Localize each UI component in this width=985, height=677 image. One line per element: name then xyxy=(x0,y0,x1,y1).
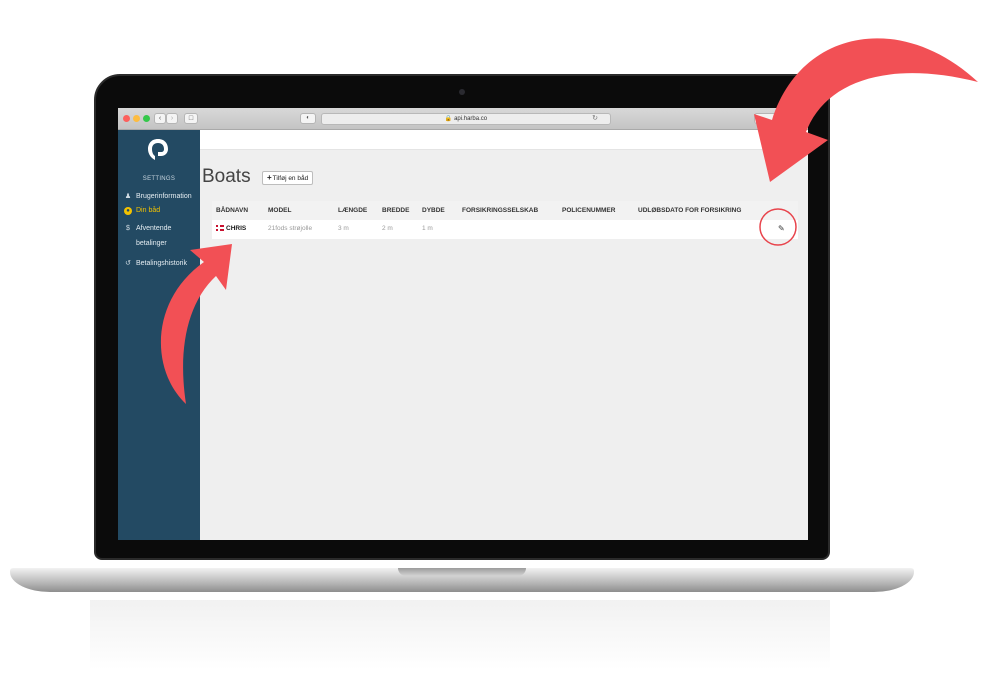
edit-pencil-icon[interactable]: ✎ xyxy=(778,220,785,238)
sidebar-item-betalingshistorik[interactable]: ↺ Betalingshistorik xyxy=(118,257,200,271)
plus-icon: + xyxy=(267,173,272,182)
url-text: api.harba.co xyxy=(454,116,488,122)
boat-name: CHRIS xyxy=(226,225,247,232)
sidebar-toggle-icon[interactable]: □ xyxy=(184,113,198,124)
sidebar-item-label: Afventende xyxy=(136,225,172,232)
column-header[interactable]: LÆNGDE xyxy=(338,202,367,220)
stage: ‹ › □ ◐ 🔒 api.harba.co ↻ SETTINGS ♟ Brug… xyxy=(0,0,985,677)
laptop-notch xyxy=(398,568,526,576)
sidebar: SETTINGS ♟ Brugerinformation ● Din båd $… xyxy=(118,130,200,540)
address-bar[interactable]: 🔒 api.harba.co ↻ xyxy=(321,113,611,125)
sidebar-item-betalinger[interactable]: betalinger xyxy=(118,237,200,251)
history-icon: ↺ xyxy=(125,260,131,267)
sidebar-item-label: Brugerinformation xyxy=(136,193,192,200)
add-boat-button[interactable]: +Tilføj en båd xyxy=(262,171,314,185)
settings-heading: SETTINGS xyxy=(142,176,176,182)
column-header[interactable]: BÅDNAVN xyxy=(216,202,248,220)
column-header[interactable]: POLICENUMMER xyxy=(562,202,615,220)
page-title: Boats xyxy=(202,166,251,187)
screen: ‹ › □ ◐ 🔒 api.harba.co ↻ SETTINGS ♟ Brug… xyxy=(118,108,808,540)
main-content: Boats +Tilføj en båd BÅDNAVN MODEL LÆNGD… xyxy=(200,150,808,540)
reload-icon[interactable]: ↻ xyxy=(592,114,598,124)
sidebar-item-label: Din båd xyxy=(136,207,161,214)
column-header[interactable]: DYBDE xyxy=(422,202,445,220)
table-row[interactable]: CHRIS 21fods strøjolle 3 m 2 m 1 m ✎ xyxy=(212,220,798,238)
harba-logo[interactable] xyxy=(146,138,170,162)
boat-name-cell: CHRIS xyxy=(216,220,246,238)
length-cell: 3 m xyxy=(338,225,349,232)
model-cell: 21fods strøjolle xyxy=(268,225,313,232)
table-header: BÅDNAVN MODEL LÆNGDE BREDDE DYBDE FORSIK… xyxy=(212,202,798,220)
boats-table: BÅDNAVN MODEL LÆNGDE BREDDE DYBDE FORSIK… xyxy=(212,201,798,239)
browser-toolbar: ‹ › □ ◐ 🔒 api.harba.co ↻ xyxy=(118,108,808,130)
add-boat-label: Tilføj en båd xyxy=(272,175,309,182)
danish-flag-icon xyxy=(216,225,224,231)
close-window-button[interactable] xyxy=(123,115,130,122)
lock-icon: 🔒 xyxy=(444,116,453,122)
maximize-window-button[interactable] xyxy=(143,115,150,122)
forward-button[interactable]: › xyxy=(166,113,178,124)
user-icon: ♟ xyxy=(124,193,132,200)
tabs-button[interactable] xyxy=(754,113,794,124)
sidebar-item-label: Betalingshistorik xyxy=(136,260,187,267)
column-header[interactable]: BREDDE xyxy=(382,202,409,220)
privacy-shield-icon[interactable]: ◐ xyxy=(300,113,316,124)
dollar-icon: $ xyxy=(126,225,130,232)
width-cell: 2 m xyxy=(382,225,393,232)
minimize-window-button[interactable] xyxy=(133,115,140,122)
back-button[interactable]: ‹ xyxy=(154,113,166,124)
sidebar-item-din-baad[interactable]: ● Din båd xyxy=(118,204,200,218)
sidebar-item-afventende-betalinger[interactable]: $ Afventende xyxy=(118,222,200,236)
column-header[interactable]: UDLØBSDATO FOR FORSIKRING xyxy=(638,202,741,220)
boat-icon: ● xyxy=(124,207,132,215)
column-header[interactable]: FORSIKRINGSSELSKAB xyxy=(462,202,538,220)
sidebar-item-brugerinformation[interactable]: ♟ Brugerinformation xyxy=(118,190,200,204)
sidebar-item-label: betalinger xyxy=(136,240,167,247)
camera-icon xyxy=(459,89,465,95)
depth-cell: 1 m xyxy=(422,225,433,232)
column-header[interactable]: MODEL xyxy=(268,202,291,220)
app-top-bar xyxy=(200,130,808,150)
reflection xyxy=(90,600,830,670)
